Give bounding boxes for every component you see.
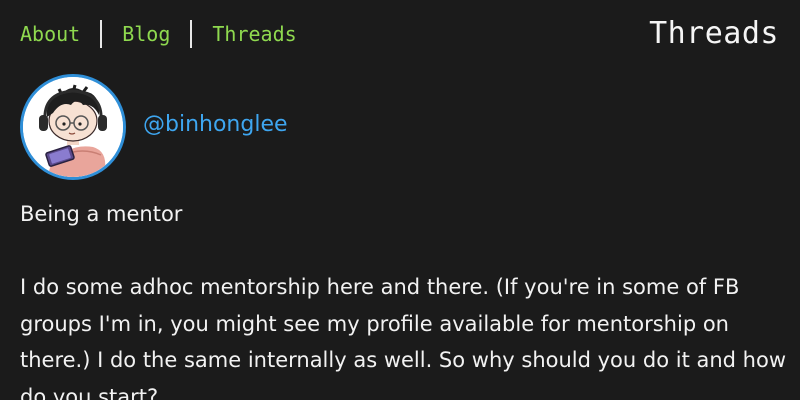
username-link[interactable]: @binhonglee [143,110,288,140]
avatar-illustration-icon [23,77,123,177]
profile-header: @binhonglee [20,74,288,180]
nav-divider [100,20,103,48]
post-body: I do some adhoc mentorship here and ther… [20,275,786,400]
nav-divider [190,20,193,48]
avatar[interactable] [20,74,126,180]
nav-link-about[interactable]: About [20,16,80,52]
post-title: Being a mentor [20,202,183,226]
page-title: Threads [649,16,779,51]
nav-link-threads[interactable]: Threads [212,16,296,52]
thread-post: Being a mentor I do some adhoc mentorshi… [20,196,790,400]
nav-link-blog[interactable]: Blog [122,16,170,52]
top-nav: About Blog Threads [20,16,297,52]
